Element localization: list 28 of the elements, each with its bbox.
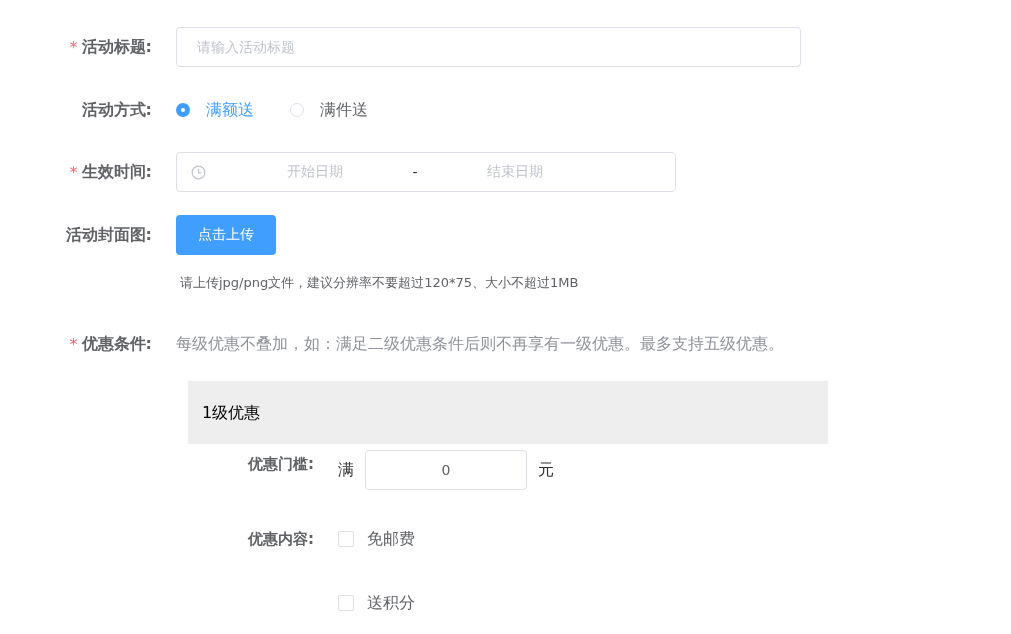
date-range-field[interactable]: 开始日期 - 结束日期 xyxy=(176,152,676,192)
field-label: 优惠门槛: xyxy=(246,454,314,475)
threshold-unit: 元 xyxy=(538,459,554,481)
tier-header: 1级优惠 xyxy=(188,381,828,444)
required-asterisk: * xyxy=(69,37,78,57)
field-label: 活动标题: xyxy=(81,36,152,58)
required-asterisk: * xyxy=(69,162,78,182)
required-asterisk: * xyxy=(69,334,78,354)
field-label: 优惠条件: xyxy=(81,333,152,355)
field-label: 活动封面图: xyxy=(65,224,152,246)
clock-icon xyxy=(191,164,206,180)
discount-note: 每级优惠不叠加，如：满足二级优惠条件后则不再享有一级优惠。最多支持五级优惠。 xyxy=(176,333,784,355)
date-separator: - xyxy=(411,164,419,180)
field-label: 生效时间: xyxy=(81,161,152,183)
field-label: 优惠内容: xyxy=(246,529,314,550)
checkbox-label[interactable]: 送积分 xyxy=(367,592,415,614)
start-date-placeholder: 开始日期 xyxy=(286,163,344,181)
checkbox[interactable] xyxy=(338,595,354,611)
title-input[interactable]: 请输入活动标题 xyxy=(176,27,801,67)
radio-label[interactable]: 满件送 xyxy=(320,99,368,121)
checkbox[interactable] xyxy=(338,531,354,547)
end-date-placeholder: 结束日期 xyxy=(486,163,544,181)
upload-hint: 请上传jpg/png文件，建议分辨率不要超过120*75、大小不超过1MB xyxy=(180,274,579,292)
field-label: 活动方式: xyxy=(81,99,152,121)
checkbox-label[interactable]: 免邮费 xyxy=(367,528,415,550)
radio-button[interactable] xyxy=(176,103,190,117)
threshold-prefix: 满 xyxy=(338,459,354,481)
threshold-input[interactable]: 0 xyxy=(365,450,527,490)
